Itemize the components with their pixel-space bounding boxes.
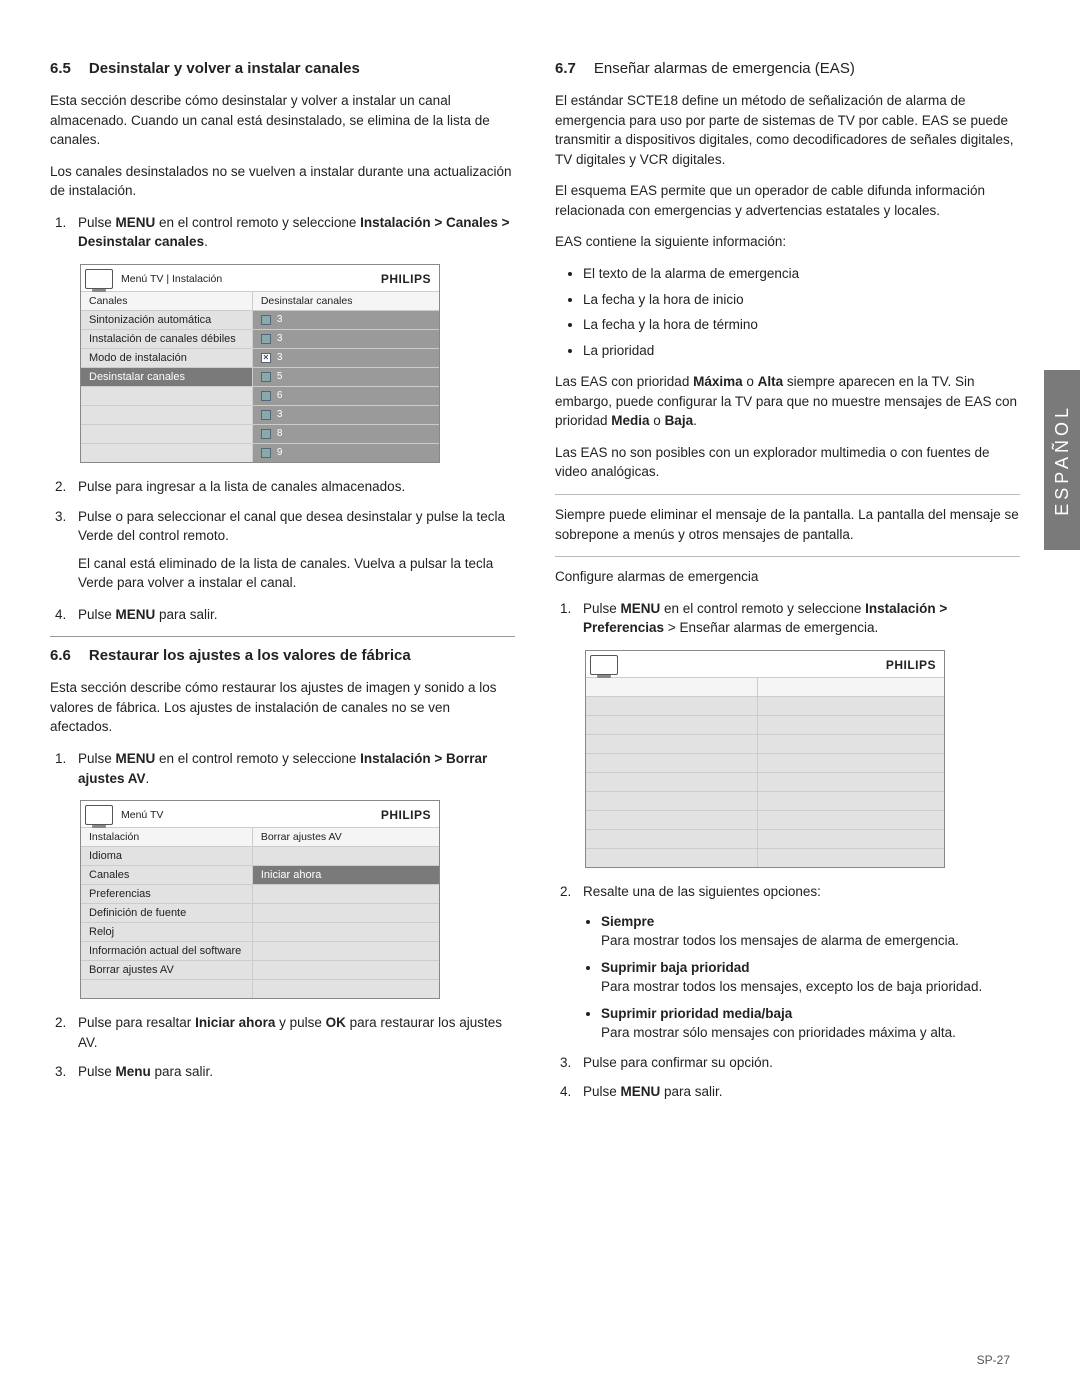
section-num: 6.7: [555, 60, 576, 77]
menu-breadcrumb: Menú TV: [121, 809, 163, 821]
paragraph: El esquema EAS permite que un operador d…: [555, 181, 1020, 220]
menu-row: Modo de instalación✕3: [81, 348, 439, 367]
steps-list-cont: Resalte una de las siguientes opciones:: [575, 882, 1020, 902]
menu-row: [586, 734, 944, 753]
step: Resalte una de las siguientes opciones:: [575, 882, 1020, 902]
left-column: 6.5 Desinstalar y volver a instalar cana…: [50, 50, 515, 1114]
step: Pulse MENU en el control remoto y selecc…: [70, 749, 515, 788]
menu-row: [81, 979, 439, 998]
menu-row: Información actual del software: [81, 941, 439, 960]
section-title: Enseñar alarmas de emergencia (EAS): [594, 60, 855, 77]
paragraph: Las EAS con prioridad Máxima o Alta siem…: [555, 372, 1020, 431]
menu-row: [586, 829, 944, 848]
menu-row: Borrar ajustes AV: [81, 960, 439, 979]
step: Pulse o para seleccionar el canal que de…: [70, 507, 515, 593]
menu-row: [586, 791, 944, 810]
menu-header: Menú TV PHILIPS: [81, 801, 439, 827]
section-title: Restaurar los ajustes a los valores de f…: [89, 647, 411, 664]
tv-menu-uninstall-channels: Menú TV | Instalación PHILIPS Canales De…: [80, 264, 440, 463]
brand-label: PHILIPS: [381, 272, 431, 286]
tv-icon: [590, 655, 618, 675]
tv-icon: [85, 269, 113, 289]
page-number: SP-27: [977, 1353, 1010, 1367]
step: Pulse MENU para salir.: [575, 1082, 1020, 1102]
step: Pulse para resaltar Iniciar ahora y puls…: [70, 1013, 515, 1052]
section-6-7-heading: 6.7 Enseñar alarmas de emergencia (EAS): [555, 50, 1020, 77]
list-item: La fecha y la hora de término: [583, 315, 1020, 335]
list-item: El texto de la alarma de emergencia: [583, 264, 1020, 284]
step: Pulse Menu para salir.: [70, 1062, 515, 1082]
step: Pulse para ingresar a la lista de canale…: [70, 477, 515, 497]
section-num: 6.6: [50, 647, 71, 664]
brand-label: PHILIPS: [381, 808, 431, 822]
tv-menu-eas: PHILIPS: [585, 650, 945, 868]
language-tab: ESPAÑOL: [1044, 370, 1080, 550]
paragraph: Esta sección describe cómo restaurar los…: [50, 678, 515, 737]
option-item: Suprimir prioridad media/bajaPara mostra…: [601, 1005, 1020, 1043]
menu-row: Reloj: [81, 922, 439, 941]
menu-breadcrumb: Menú TV | Instalación: [121, 273, 222, 285]
brand-label: PHILIPS: [886, 658, 936, 672]
steps-list: Pulse MENU en el control remoto y selecc…: [70, 213, 515, 252]
menu-row: [586, 696, 944, 715]
menu-row: [586, 753, 944, 772]
steps-list-cont: Pulse para confirmar su opción. Pulse ME…: [575, 1053, 1020, 1102]
menu-subheader: Instalación Borrar ajustes AV: [81, 827, 439, 846]
paragraph: Las EAS no son posibles con un explorado…: [555, 443, 1020, 482]
menu-row: [586, 810, 944, 829]
option-item: SiemprePara mostrar todos los mensajes d…: [601, 913, 1020, 951]
tv-icon: [85, 805, 113, 825]
list-item: La fecha y la hora de inicio: [583, 290, 1020, 310]
steps-list-cont: Pulse para resaltar Iniciar ahora y puls…: [70, 1013, 515, 1082]
section-6-6-heading: 6.6 Restaurar los ajustes a los valores …: [50, 636, 515, 664]
step: Pulse MENU para salir.: [70, 605, 515, 625]
menu-row: 6: [81, 386, 439, 405]
option-item: Suprimir baja prioridadPara mostrar todo…: [601, 959, 1020, 997]
paragraph: El estándar SCTE18 define un método de s…: [555, 91, 1020, 169]
steps-list: Pulse MENU en el control remoto y selecc…: [70, 749, 515, 788]
eas-info-list: El texto de la alarma de emergencia La fe…: [583, 264, 1020, 360]
menu-row: Definición de fuente: [81, 903, 439, 922]
menu-row: [586, 677, 944, 696]
options-list: SiemprePara mostrar todos los mensajes d…: [601, 913, 1020, 1042]
step: Pulse MENU en el control remoto y selecc…: [575, 599, 1020, 638]
menu-row: Sintonización automática3: [81, 310, 439, 329]
menu-row: [586, 772, 944, 791]
menu-row: [586, 848, 944, 867]
menu-row: [586, 715, 944, 734]
list-item: La prioridad: [583, 341, 1020, 361]
language-tab-text: ESPAÑOL: [1052, 404, 1073, 516]
menu-row: 3: [81, 405, 439, 424]
paragraph: Siempre puede eliminar el mensaje de la …: [555, 494, 1020, 544]
menu-row: 8: [81, 424, 439, 443]
right-column: 6.7 Enseñar alarmas de emergencia (EAS) …: [555, 50, 1020, 1114]
menu-row: Preferencias: [81, 884, 439, 903]
menu-row: Instalación de canales débiles3: [81, 329, 439, 348]
menu-row: Idioma: [81, 846, 439, 865]
step: Pulse para confirmar su opción.: [575, 1053, 1020, 1073]
paragraph: Esta sección describe cómo desinstalar y…: [50, 91, 515, 150]
paragraph: Configure alarmas de emergencia: [555, 556, 1020, 587]
menu-row: CanalesIniciar ahora: [81, 865, 439, 884]
tv-menu-reset-av: Menú TV PHILIPS Instalación Borrar ajust…: [80, 800, 440, 999]
paragraph: Los canales desinstalados no se vuelven …: [50, 162, 515, 201]
menu-header: Menú TV | Instalación PHILIPS: [81, 265, 439, 291]
step: Pulse MENU en el control remoto y selecc…: [70, 213, 515, 252]
steps-list-cont: Pulse para ingresar a la lista de canale…: [70, 477, 515, 624]
section-num: 6.5: [50, 60, 71, 77]
menu-header: PHILIPS: [586, 651, 944, 677]
menu-row: 9: [81, 443, 439, 462]
paragraph: EAS contiene la siguiente información:: [555, 232, 1020, 252]
section-title: Desinstalar y volver a instalar canales: [89, 60, 360, 77]
page-columns: 6.5 Desinstalar y volver a instalar cana…: [50, 50, 1020, 1114]
menu-subheader: Canales Desinstalar canales: [81, 291, 439, 310]
step-note: El canal está eliminado de la lista de c…: [78, 554, 515, 593]
menu-row: Desinstalar canales5: [81, 367, 439, 386]
steps-list: Pulse MENU en el control remoto y selecc…: [575, 599, 1020, 638]
section-6-5-heading: 6.5 Desinstalar y volver a instalar cana…: [50, 50, 515, 77]
